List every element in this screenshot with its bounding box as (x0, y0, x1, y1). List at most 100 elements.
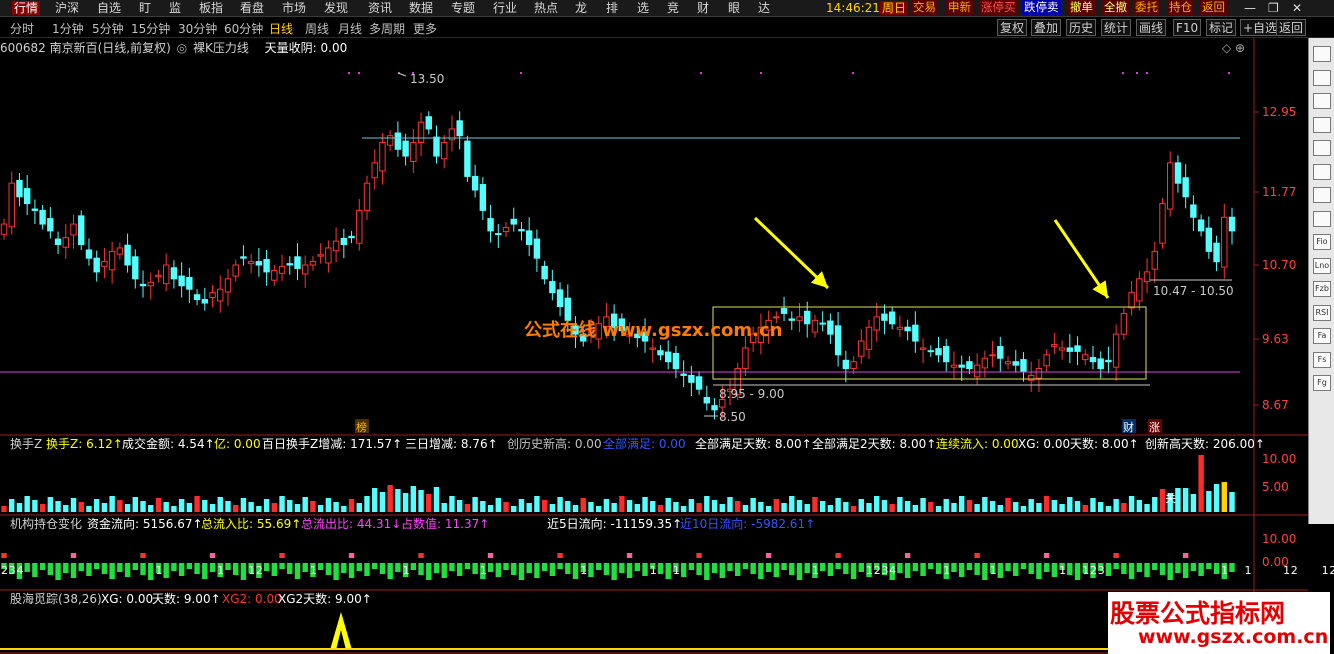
volume-bar-8 (63, 505, 69, 512)
candle-body-133 (1027, 374, 1035, 381)
flow-bar-97 (750, 563, 756, 574)
candle-body-68 (525, 230, 533, 246)
candle-body-37 (286, 263, 293, 266)
scroll-up-icon[interactable] (1313, 46, 1331, 62)
volume-bar-41 (317, 505, 324, 512)
panel2-item-2: 总流入比: 55.69↑ (201, 517, 302, 531)
chart-c-icon[interactable] (1313, 116, 1331, 133)
candle-body-10 (78, 215, 85, 246)
low-label: 8.50 (719, 410, 746, 424)
volume-bar-114 (881, 500, 888, 512)
volume-bar-93 (719, 504, 725, 512)
top-dot-10 (1146, 72, 1148, 74)
watermark-corner-url: www.gszx.com.cn (1138, 626, 1329, 648)
panel2-item-5: 近5日流向: -11159.35↑ (547, 517, 683, 531)
candle-body-139 (1074, 345, 1081, 352)
candle-body-64 (495, 233, 502, 236)
flow-bar-96 (742, 563, 749, 569)
flow-bar-51 (395, 563, 401, 572)
volume-bar-144 (1113, 499, 1119, 512)
RSI-icon[interactable]: RSI (1313, 304, 1331, 321)
volume-bar-63 (487, 505, 494, 512)
panel1-guan: 关 (1165, 491, 1176, 505)
volume-bar-0 (1, 506, 7, 512)
flow-bar-22 (171, 563, 177, 571)
high-pointer (397, 72, 407, 77)
volume-bar-88 (680, 506, 687, 512)
volume-bar-142 (1098, 502, 1104, 512)
chart-a-icon[interactable] (1313, 69, 1331, 86)
candle-body-49 (379, 142, 386, 172)
chart-g-icon[interactable] (1313, 210, 1331, 227)
flow-bar-43 (333, 563, 339, 580)
volume-bar-80 (619, 496, 625, 512)
flow-bar-7 (55, 563, 61, 580)
flow-mark-63 (487, 553, 494, 558)
flow-digit-12: 1 (673, 564, 680, 577)
volume-bar-120 (928, 502, 934, 512)
candle-body-70 (541, 265, 548, 280)
candle-body-107 (827, 320, 834, 335)
flow-bar-89 (688, 563, 695, 570)
volume-bar-13 (101, 503, 108, 512)
volume-bar-104 (804, 504, 810, 512)
chart-f-icon[interactable] (1313, 187, 1331, 203)
Fzb-icon[interactable]: Fzb (1313, 281, 1331, 297)
volume-bar-108 (835, 498, 841, 512)
candle-body-157 (1213, 242, 1220, 263)
candle-body-123 (950, 364, 958, 368)
candle-body-1 (8, 182, 15, 228)
panel1-item-1: 换手Z: 6.12↑ (46, 437, 123, 451)
flow-bar-46 (356, 563, 362, 571)
chart-b-icon[interactable] (1313, 93, 1331, 109)
flow-bar-16 (124, 563, 131, 577)
right-toolbar: Fio Lno Fzb RSI Fa Fs Fg (1308, 38, 1334, 524)
flow-bar-57 (441, 563, 447, 578)
chart-e-icon[interactable] (1313, 163, 1331, 180)
flow-bar-47 (364, 563, 370, 576)
candle-body-43 (332, 240, 340, 252)
volume-bar-26 (202, 500, 208, 512)
flow-bar-133 (1028, 563, 1034, 574)
flow-mark-81 (626, 553, 633, 558)
candle-body-52 (402, 140, 409, 157)
candle-body-40 (309, 261, 317, 266)
flow-digit-19: 1 (990, 564, 997, 577)
volume-bar-5 (39, 504, 46, 512)
candle-body-113 (873, 316, 880, 331)
volume-bar-76 (588, 502, 594, 512)
Fg-icon[interactable]: Fg (1313, 375, 1331, 391)
volume-bar-64 (495, 498, 501, 512)
candle-body-151 (1167, 162, 1174, 210)
top-dot-11 (1228, 72, 1230, 74)
candle-body-158 (1221, 216, 1228, 268)
flow-bar-130 (1005, 563, 1011, 571)
flow-bar-56 (433, 563, 440, 573)
flow-digit-7: 1 (310, 564, 317, 577)
flow-bar-64 (495, 563, 501, 577)
candle-body-32 (247, 261, 255, 265)
volume-bar-32 (248, 502, 254, 512)
Fs-icon[interactable]: Fs (1313, 351, 1331, 368)
volume-bar-113 (874, 496, 880, 512)
Fa-icon[interactable]: Fa (1313, 328, 1331, 344)
panel1-item-4: 百日换手Z增减: 171.57↑ (262, 437, 403, 451)
candle-body-35 (271, 270, 278, 281)
flow-digit-18: 1 (943, 564, 950, 577)
candle-body-41 (317, 254, 324, 257)
candle-body-92 (711, 405, 718, 411)
flow-bar-39 (302, 563, 308, 572)
flow-digit-13: 1 (812, 564, 819, 577)
chart-d-icon[interactable] (1313, 140, 1331, 156)
panel1-scale-0: 10.00 (1262, 452, 1296, 466)
flow-digit-14: 1 (866, 564, 873, 577)
flow-digit-3: 1 (155, 564, 162, 577)
Fio-icon[interactable]: Fio (1313, 234, 1331, 250)
Lno-icon[interactable]: Lno (1313, 257, 1331, 274)
flow-bar-34 (263, 563, 270, 571)
volume-bar-152 (1175, 488, 1181, 512)
flow-digit-17: 4 (889, 564, 896, 577)
candle-body-5 (39, 209, 46, 225)
volume-bar-12 (93, 499, 100, 512)
candle-body-121 (935, 348, 942, 356)
